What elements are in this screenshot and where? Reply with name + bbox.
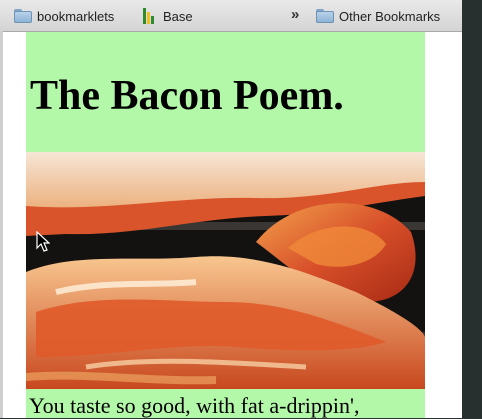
- browser-right-frame: [462, 0, 482, 418]
- poem-first-line: You taste so good, with fat a-drippin',: [29, 393, 360, 418]
- mouse-cursor-icon: [36, 231, 50, 252]
- bacon-photo: [26, 152, 425, 389]
- page-viewport: The Bacon Poem. You taste so good, with …: [3, 32, 462, 418]
- folder-icon: [14, 9, 32, 23]
- bookmarks-overflow-chevron-icon[interactable]: »: [291, 6, 299, 23]
- bookmark-label: Base: [163, 8, 193, 24]
- page-margin: [425, 32, 462, 418]
- bookmarks-bar: bookmarklets Base » Other Bookmarks: [0, 0, 462, 32]
- bookmark-label: bookmarklets: [37, 8, 115, 24]
- bookmark-base[interactable]: Base: [143, 6, 193, 26]
- bookmark-other-bookmarks[interactable]: Other Bookmarks: [316, 6, 440, 26]
- folder-icon: [316, 9, 334, 23]
- page-title: The Bacon Poem.: [30, 73, 344, 119]
- page-content: The Bacon Poem. You taste so good, with …: [26, 32, 425, 418]
- bookmark-label: Other Bookmarks: [339, 8, 441, 24]
- bookmark-folder-bookmarklets[interactable]: bookmarklets: [14, 6, 114, 26]
- bar-chart-icon: [143, 8, 155, 24]
